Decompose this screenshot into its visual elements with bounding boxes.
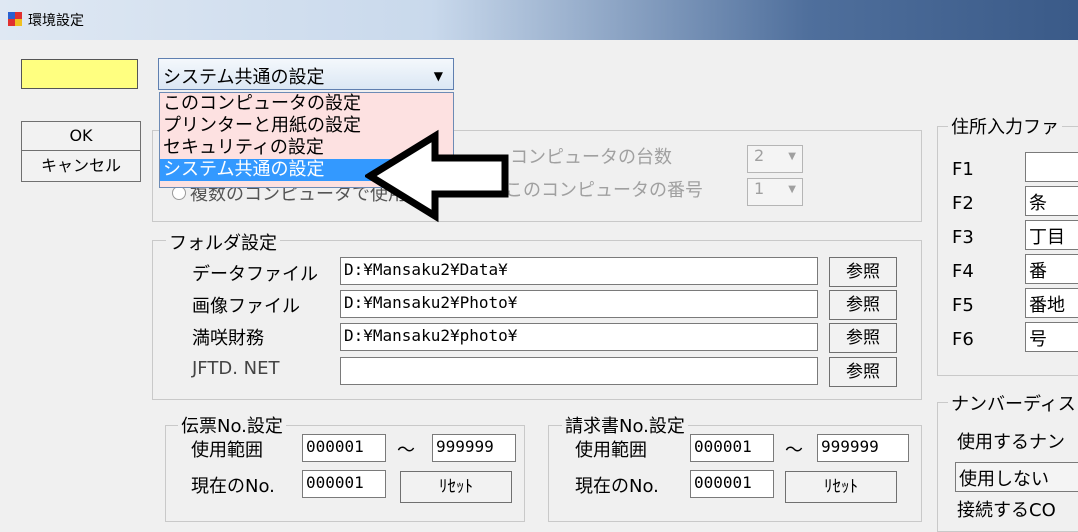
address-value-f5[interactable]: 番地 <box>1025 288 1078 318</box>
voucher-range-label: 使用範囲 <box>191 440 263 461</box>
folder-label-finance: 満咲財務 <box>192 328 264 349</box>
folder-label-jftd: JFTD. NET <box>192 358 280 379</box>
folder-label-image: 画像ファイル <box>192 296 300 317</box>
address-key-f6: F6 <box>952 329 974 350</box>
address-value-f1[interactable] <box>1025 152 1078 182</box>
invoice-range-to[interactable]: 999999 <box>817 434 909 462</box>
address-value-f3[interactable]: 丁目 <box>1025 220 1078 250</box>
window-title: 環境設定 <box>28 13 84 29</box>
voucher-range-to[interactable]: 999999 <box>432 434 516 462</box>
computer-count-label: コンピュータの台数 <box>510 147 672 168</box>
settings-selector[interactable]: システム共通の設定 ▼ <box>158 58 454 90</box>
voucher-reset-button[interactable]: ﾘｾｯﾄ <box>400 471 512 503</box>
cancel-button[interactable]: キャンセル <box>21 150 141 182</box>
computer-count-value: 2 <box>754 146 765 165</box>
invoice-current-label: 現在のNo. <box>575 476 659 497</box>
jftd-folder-input[interactable] <box>340 357 818 385</box>
address-key-f5: F5 <box>952 295 974 316</box>
browse-button-jftd[interactable]: 参照 <box>829 357 897 387</box>
computer-number-label: このコンピュータの番号 <box>505 180 703 201</box>
invoice-range-label: 使用範囲 <box>575 440 647 461</box>
computer-count-select[interactable]: 2 ▼ <box>747 145 803 173</box>
number-display-use-select[interactable]: 使用しない <box>955 462 1078 492</box>
voucher-range-tilde: ～ <box>397 440 415 461</box>
address-input-legend: 住所入力ファ <box>948 113 1062 139</box>
chevron-down-icon: ▼ <box>788 184 796 195</box>
browse-button-image[interactable]: 参照 <box>829 290 897 320</box>
chevron-down-icon: ▼ <box>788 151 796 162</box>
invoice-settings-legend: 請求書No.設定 <box>562 412 688 438</box>
invoice-range-tilde: ～ <box>785 440 803 461</box>
invoice-reset-button[interactable]: ﾘｾｯﾄ <box>785 471 897 503</box>
invoice-range-from[interactable]: 000001 <box>690 434 774 462</box>
folder-settings-legend: フォルダ設定 <box>166 229 280 255</box>
voucher-current-value[interactable]: 000001 <box>302 470 386 498</box>
ok-button[interactable]: OK <box>21 121 141 151</box>
chevron-down-icon: ▼ <box>433 69 443 83</box>
finance-folder-input[interactable]: D:¥Mansaku2¥photo¥ <box>340 323 818 351</box>
browse-button-finance[interactable]: 参照 <box>829 323 897 353</box>
voucher-current-label: 現在のNo. <box>191 476 275 497</box>
app-icon <box>8 12 22 26</box>
title-bar: 環境設定 <box>0 0 1078 40</box>
multi-computer-radio[interactable] <box>172 186 186 200</box>
number-display-legend: ナンバーディス <box>948 390 1078 416</box>
address-key-f3: F3 <box>952 227 974 248</box>
data-folder-input[interactable]: D:¥Mansaku2¥Data¥ <box>340 257 818 285</box>
voucher-range-from[interactable]: 000001 <box>302 434 386 462</box>
address-key-f2: F2 <box>952 193 974 214</box>
computer-number-value: 1 <box>754 179 765 198</box>
settings-selector-value: システム共通の設定 <box>163 67 325 88</box>
voucher-settings-legend: 伝票No.設定 <box>178 412 286 438</box>
address-value-f6[interactable]: 号 <box>1025 322 1078 352</box>
annotation-arrow-icon <box>365 129 509 223</box>
number-display-use-label: 使用するナン <box>957 432 1065 453</box>
color-swatch <box>21 59 138 89</box>
invoice-current-value[interactable]: 000001 <box>690 470 774 498</box>
image-folder-input[interactable]: D:¥Mansaku2¥Photo¥ <box>340 290 818 318</box>
address-value-f4[interactable]: 番 <box>1025 254 1078 284</box>
dropdown-option-computer[interactable]: このコンピュータの設定 <box>160 93 453 115</box>
browse-button-data[interactable]: 参照 <box>829 257 897 287</box>
folder-label-data: データファイル <box>192 264 318 285</box>
address-key-f1: F1 <box>952 159 974 180</box>
address-value-f2[interactable]: 条 <box>1025 186 1078 216</box>
number-display-connect-label: 接続するCO <box>957 500 1056 521</box>
computer-number-select[interactable]: 1 ▼ <box>747 178 803 206</box>
address-key-f4: F4 <box>952 261 974 282</box>
